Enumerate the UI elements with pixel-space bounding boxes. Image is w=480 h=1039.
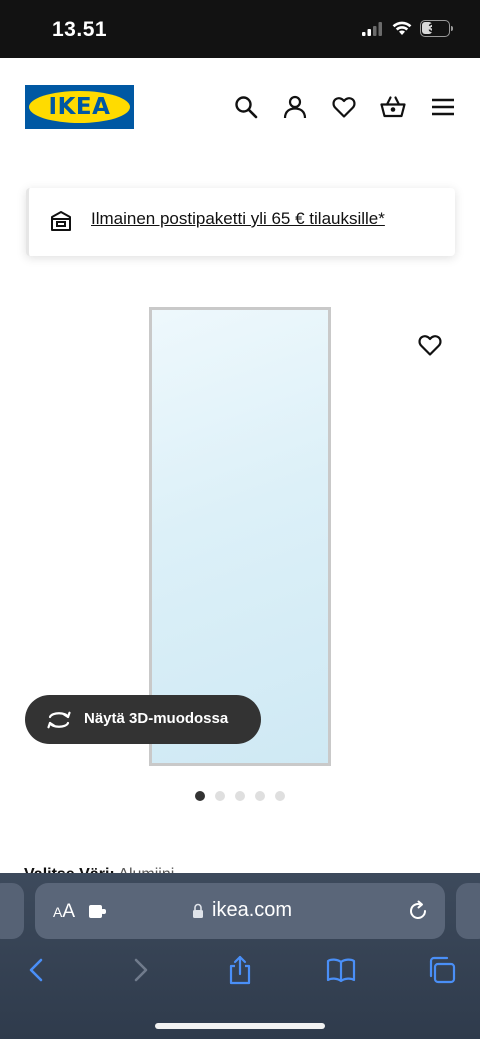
menu-icon[interactable] <box>430 94 456 120</box>
user-icon[interactable] <box>282 94 308 120</box>
carousel-dot[interactable] <box>255 791 265 801</box>
previous-tab-preview[interactable] <box>0 883 24 939</box>
reader-settings-button[interactable]: AA <box>53 901 75 923</box>
forward-icon[interactable] <box>125 955 155 985</box>
basket-icon[interactable] <box>380 94 406 120</box>
carousel-dot[interactable] <box>215 791 225 801</box>
home-indicator[interactable] <box>155 1023 325 1029</box>
free-delivery-banner[interactable]: Ilmainen postipaketti yli 65 € tilauksil… <box>26 188 455 256</box>
free-delivery-link[interactable]: Ilmainen postipaketti yli 65 € tilauksil… <box>91 209 385 229</box>
status-bar: 13.51 37 <box>0 0 480 58</box>
address-bar[interactable]: AA ikea.com <box>35 883 445 939</box>
view-3d-label: Näytä 3D-muodossa <box>84 710 229 727</box>
logo-text: IKEA <box>48 94 111 120</box>
status-time: 13.51 <box>52 18 108 41</box>
carousel-dot[interactable] <box>235 791 245 801</box>
carousel-dot[interactable] <box>195 791 205 801</box>
bookmarks-icon[interactable] <box>326 955 356 985</box>
carousel-dot[interactable] <box>275 791 285 801</box>
tabs-icon[interactable] <box>427 955 457 985</box>
wifi-icon <box>392 21 412 35</box>
next-tab-preview[interactable] <box>456 883 480 939</box>
share-icon[interactable] <box>225 955 255 985</box>
delivery-box-icon <box>51 211 71 231</box>
site-header: IKEA <box>0 58 480 158</box>
view-3d-button[interactable]: Näytä 3D-muodossa <box>25 695 261 744</box>
ikea-logo[interactable]: IKEA <box>25 85 134 129</box>
heart-icon[interactable] <box>331 94 357 120</box>
search-icon[interactable] <box>233 94 259 120</box>
cellular-signal-icon <box>362 21 382 36</box>
back-icon[interactable] <box>22 955 52 985</box>
carousel-dots <box>195 791 285 801</box>
status-icons: 37 <box>362 20 453 37</box>
battery-icon: 37 <box>420 20 453 37</box>
battery-percent: 37 <box>428 21 442 35</box>
url-text: ikea.com <box>212 899 293 921</box>
heart-outline-icon[interactable] <box>417 332 443 358</box>
extension-icon[interactable] <box>88 902 108 920</box>
rotate-3d-icon <box>47 711 71 729</box>
browser-toolbar: AA ikea.com <box>0 873 480 1039</box>
reload-icon[interactable] <box>407 900 429 922</box>
lock-icon <box>193 903 203 918</box>
